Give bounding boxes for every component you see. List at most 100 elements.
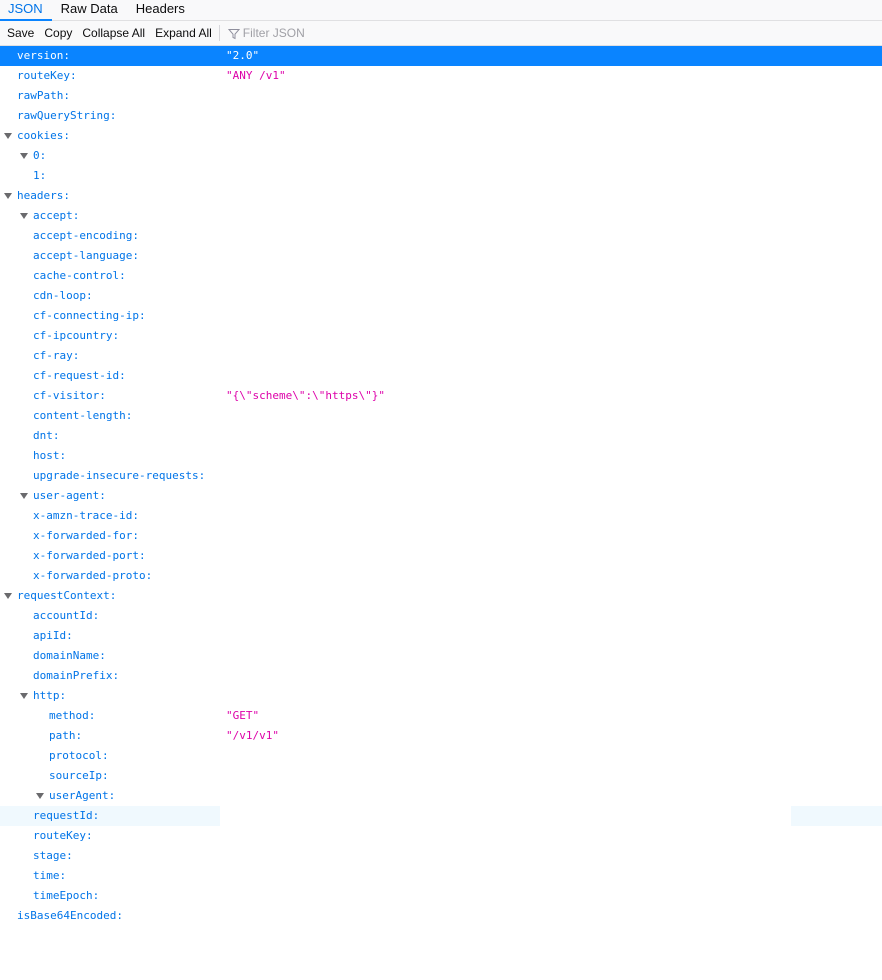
tree-row[interactable]: routeKey: [0, 826, 882, 846]
tree-row[interactable]: accept-language: [0, 246, 882, 266]
tree-key: routeKey: [33, 829, 93, 842]
tree-key: http: [33, 689, 67, 702]
tree-key: method: [49, 709, 96, 722]
tree-row[interactable]: host: [0, 446, 882, 466]
tree-row[interactable]: dnt: [0, 426, 882, 446]
tree-key: cf-ray: [33, 349, 80, 362]
tree-key: accountId: [33, 609, 100, 622]
tree-row[interactable]: timeEpoch: [0, 886, 882, 906]
tree-row[interactable]: time: [0, 866, 882, 886]
copy-button[interactable]: Copy [39, 22, 77, 44]
tree-key: userAgent: [49, 789, 116, 802]
tree-row[interactable]: 0: [0, 146, 882, 166]
tree-key: upgrade-insecure-requests: [33, 469, 206, 482]
tree-key: isBase64Encoded: [17, 909, 123, 922]
tree-key: timeEpoch: [33, 889, 100, 902]
tree-key: accept: [33, 209, 80, 222]
tab-raw-data[interactable]: Raw Data [52, 0, 127, 20]
tree-row[interactable]: rawQueryString: [0, 106, 882, 126]
expand-all-button[interactable]: Expand All [150, 22, 217, 44]
tree-key: cf-visitor: [33, 389, 106, 402]
tree-key: protocol: [49, 749, 109, 762]
tree-key: cookies: [17, 129, 70, 142]
json-tree: version: "2.0" routeKey: "ANY /v1" rawPath: r… [0, 46, 882, 926]
tree-row[interactable]: 1: [0, 166, 882, 186]
tree-key: dnt: [33, 429, 60, 442]
tree-row[interactable]: x-forwarded-for: [0, 526, 882, 546]
filter-json-input[interactable] [242, 23, 543, 43]
tree-row[interactable]: domainName: [0, 646, 882, 666]
tree-key: domainName: [33, 649, 106, 662]
expand-twisty-icon[interactable] [19, 686, 29, 706]
tree-row[interactable]: method: "GET" [0, 706, 882, 726]
tree-key: cf-request-id: [33, 369, 126, 382]
expand-twisty-icon[interactable] [19, 146, 29, 166]
expand-twisty-icon[interactable] [35, 786, 45, 806]
expand-twisty-icon[interactable] [3, 126, 13, 146]
filter-funnel-icon [227, 27, 240, 40]
tree-key: cf-connecting-ip: [33, 309, 146, 322]
tree-key: path: [49, 729, 83, 742]
tree-row[interactable]: stage: [0, 846, 882, 866]
tree-row[interactable]: content-length: [0, 406, 882, 426]
tree-row[interactable]: cf-ipcountry: [0, 326, 882, 346]
collapse-all-button[interactable]: Collapse All [77, 22, 150, 44]
tree-key: user-agent: [33, 489, 106, 502]
expand-twisty-icon[interactable] [19, 206, 29, 226]
tree-row[interactable]: x-forwarded-port: [0, 546, 882, 566]
expand-twisty-icon[interactable] [3, 186, 13, 206]
tree-row[interactable]: accept-encoding: [0, 226, 882, 246]
tree-row[interactable]: protocol: [0, 746, 882, 766]
tree-row[interactable]: accountId: [0, 606, 882, 626]
tree-row[interactable]: x-forwarded-proto: [0, 566, 882, 586]
tree-row[interactable]: cf-ray: [0, 346, 882, 366]
tree-row[interactable]: cf-connecting-ip: [0, 306, 882, 326]
tree-row[interactable]: path: "/v1/v1" [0, 726, 882, 746]
tree-row[interactable]: isBase64Encoded: [0, 906, 882, 926]
tree-key: accept-language: [33, 249, 139, 262]
tree-row[interactable]: sourceIp: [0, 766, 882, 786]
viewer-tab-bar: JSON Raw Data Headers [0, 0, 882, 21]
tree-row[interactable]: upgrade-insecure-requests: [0, 466, 882, 486]
tree-value: "/v1/v1" [226, 729, 279, 742]
tree-row[interactable]: cf-request-id: [0, 366, 882, 386]
tree-row[interactable]: requestId: [0, 806, 882, 826]
filter-box[interactable] [224, 22, 543, 44]
tab-headers[interactable]: Headers [127, 0, 194, 20]
tree-key: cf-ipcountry: [33, 329, 120, 342]
tree-key: accept-encoding: [33, 229, 139, 242]
tree-key: rawPath: [17, 89, 70, 102]
tree-row[interactable]: rawPath: [0, 86, 882, 106]
tree-key: version: [17, 49, 70, 62]
tree-key: time: [33, 869, 67, 882]
save-button[interactable]: Save [0, 22, 39, 44]
tree-row[interactable]: apiId: [0, 626, 882, 646]
tree-value: "ANY /v1" [226, 69, 286, 82]
tree-row[interactable]: http: [0, 686, 882, 706]
tree-value: "{\"scheme\":\"https\"}" [226, 389, 385, 402]
tree-row[interactable]: version: "2.0" [0, 46, 882, 66]
tree-key: x-forwarded-for: [33, 529, 139, 542]
tree-row[interactable]: user-agent: [0, 486, 882, 506]
tree-row[interactable]: cf-visitor: "{\"scheme\":\"https\"}" [0, 386, 882, 406]
tree-row[interactable]: cache-control: [0, 266, 882, 286]
expand-twisty-icon[interactable] [3, 586, 13, 606]
tree-row[interactable]: cdn-loop: [0, 286, 882, 306]
tree-row[interactable]: domainPrefix: [0, 666, 882, 686]
tree-row[interactable]: headers: [0, 186, 882, 206]
tree-row[interactable]: userAgent: [0, 786, 882, 806]
tree-row[interactable]: x-amzn-trace-id: [0, 506, 882, 526]
tree-key: apiId: [33, 629, 73, 642]
tree-key: routeKey: [17, 69, 77, 82]
tree-key: cdn-loop: [33, 289, 93, 302]
json-toolbar: Save Copy Collapse All Expand All [0, 21, 882, 46]
expand-twisty-icon[interactable] [19, 486, 29, 506]
tab-json[interactable]: JSON [0, 0, 52, 21]
tree-value: "GET" [226, 709, 260, 722]
tree-row[interactable]: cookies: [0, 126, 882, 146]
tree-row[interactable]: requestContext: [0, 586, 882, 606]
tree-key: sourceIp: [49, 769, 109, 782]
tree-row[interactable]: accept: [0, 206, 882, 226]
tree-row[interactable]: routeKey: "ANY /v1" [0, 66, 882, 86]
tree-key: stage: [33, 849, 73, 862]
